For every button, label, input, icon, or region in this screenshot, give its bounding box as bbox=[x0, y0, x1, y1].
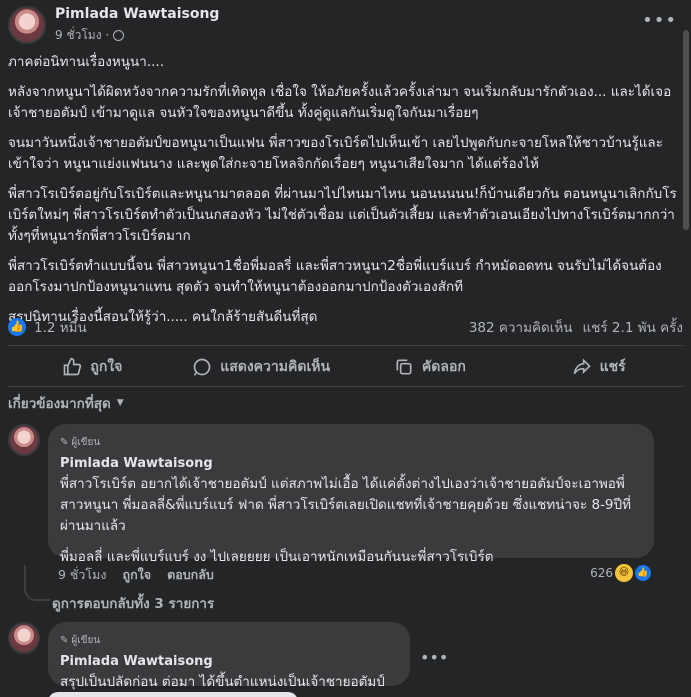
comment-paragraph: สรุปเป็นปลัดก่อน ต่อมา ได้ขึ้นตำแหน่งเป็… bbox=[60, 674, 385, 690]
post-time[interactable]: 9 ชั่วโมง · bbox=[55, 26, 109, 45]
haha-reaction-icon: 😆 bbox=[615, 564, 633, 582]
reactions-row: 👍 1.2 หมื่น 382 ความคิดเห็น แชร์ 2.1 พัน… bbox=[8, 316, 683, 338]
comment-bubble: ✎ ผู้เขียน Pimlada Wawtaisong พี่สาวโรเบ… bbox=[48, 424, 654, 565]
comment-filter-dropdown[interactable]: เกี่ยวข้องมากที่สุด ▼ bbox=[8, 392, 124, 414]
pen-icon: ✎ bbox=[60, 635, 69, 646]
like-reaction-icon: 👍 bbox=[8, 318, 26, 336]
view-replies-link[interactable]: ดูการตอบกลับทั้ง 3 รายการ bbox=[52, 592, 214, 614]
comment-footer: 9 ชั่วโมง ถูกใจ ตอบกลับ bbox=[58, 565, 214, 585]
share-button[interactable]: แชร์ bbox=[514, 348, 683, 386]
commenter-name[interactable]: Pimlada Wawtaisong bbox=[60, 651, 398, 672]
comment-count[interactable]: 382 ความคิดเห็น bbox=[469, 316, 573, 338]
commenter-name[interactable]: Pimlada Wawtaisong bbox=[60, 453, 642, 474]
divider bbox=[8, 386, 683, 387]
author-badge: ✎ ผู้เขียน bbox=[60, 432, 642, 453]
comment-reaction-count: 626 bbox=[590, 566, 613, 580]
post-paragraph: จนมาวันหนึ่งเจ้าชายอตัมป์ขอหนูนาเป็นแฟน … bbox=[8, 135, 663, 172]
author-badge-label: ผู้เขียน bbox=[71, 635, 101, 646]
author-badge-label: ผู้เขียน bbox=[71, 437, 101, 448]
pen-icon: ✎ bbox=[60, 437, 69, 448]
post-paragraph: พี่สาวโรเบิร์ตอยู่กับโรเบิร์ตและหนูนามาต… bbox=[8, 186, 677, 244]
commenter-avatar[interactable] bbox=[8, 424, 40, 456]
like-count[interactable]: 1.2 หมื่น bbox=[34, 316, 87, 338]
like-label: ถูกใจ bbox=[90, 359, 123, 375]
author-name[interactable]: Pimlada Wawtaisong bbox=[55, 6, 219, 22]
comment-bubble: ✎ ผู้เขียน Pimlada Wawtaisong สรุปเป็นปล… bbox=[48, 622, 410, 690]
post-paragraph: พี่สาวโรเบิร์ตทำแบบนี้จน พี่สาวหนูนา1ชื่… bbox=[8, 258, 662, 295]
copy-icon bbox=[396, 359, 412, 375]
copy-label: คัดลอก bbox=[421, 359, 466, 375]
comment-reactions[interactable]: 626 😆 👍 bbox=[590, 564, 651, 582]
commenter-avatar[interactable] bbox=[8, 622, 40, 654]
comment-like-button[interactable]: ถูกใจ bbox=[123, 565, 152, 585]
divider bbox=[8, 345, 683, 346]
action-bar: ถูกใจ แสดงความคิดเห็น คัดลอก แชร์ bbox=[8, 348, 683, 386]
like-button[interactable]: ถูกใจ bbox=[8, 348, 177, 386]
author-avatar[interactable] bbox=[8, 6, 46, 44]
like-reaction-icon: 👍 bbox=[635, 565, 651, 581]
post-paragraph: หลังจากหนูนาได้ผิดหวังจากความรักที่เทิดท… bbox=[8, 84, 672, 121]
scrollbar[interactable] bbox=[683, 30, 689, 230]
thumbs-up-icon bbox=[64, 357, 82, 376]
engagement-counts: 382 ความคิดเห็น แชร์ 2.1 พัน ครั้ง bbox=[469, 316, 683, 338]
comment-label: แสดงความคิดเห็น bbox=[220, 359, 331, 375]
comment-time[interactable]: 9 ชั่วโมง bbox=[58, 565, 107, 585]
more-options-icon[interactable]: ••• bbox=[642, 10, 677, 31]
comment-options-icon[interactable]: ••• bbox=[420, 648, 448, 667]
post-meta: 9 ชั่วโมง · bbox=[55, 26, 125, 45]
partial-element bbox=[48, 692, 298, 697]
share-icon bbox=[573, 358, 591, 375]
reply-thread-line bbox=[24, 565, 50, 601]
copy-button[interactable]: คัดลอก bbox=[346, 348, 515, 386]
share-count[interactable]: แชร์ 2.1 พัน ครั้ง bbox=[583, 316, 683, 338]
globe-icon bbox=[113, 30, 125, 41]
comment-text: สรุปเป็นปลัดก่อน ต่อมา ได้ขึ้นตำแหน่งเป็… bbox=[60, 672, 398, 693]
author-badge: ✎ ผู้เขียน bbox=[60, 630, 398, 651]
comment-text: พี่สาวโรเบิร์ต อยากได้เจ้าชายอตัมป์ แต่ส… bbox=[60, 474, 642, 568]
reaction-summary[interactable]: 👍 1.2 หมื่น bbox=[8, 316, 87, 338]
comment-icon bbox=[193, 358, 211, 376]
comment-reply-button[interactable]: ตอบกลับ bbox=[167, 565, 214, 585]
caret-down-icon: ▼ bbox=[116, 398, 124, 408]
comment-button[interactable]: แสดงความคิดเห็น bbox=[177, 348, 346, 386]
post-body: ภาคต่อนิทานเรื่องหนูนา.... หลังจากหนูนาไ… bbox=[8, 52, 681, 337]
comment-paragraph: พี่สาวโรเบิร์ต อยากได้เจ้าชายอตัมป์ แต่ส… bbox=[60, 476, 631, 534]
post-header: Pimlada Wawtaisong 9 ชั่วโมง · ••• bbox=[8, 4, 683, 44]
share-label: แชร์ bbox=[599, 359, 626, 375]
post-paragraph: ภาคต่อนิทานเรื่องหนูนา.... bbox=[8, 54, 164, 70]
filter-label: เกี่ยวข้องมากที่สุด bbox=[8, 396, 111, 412]
